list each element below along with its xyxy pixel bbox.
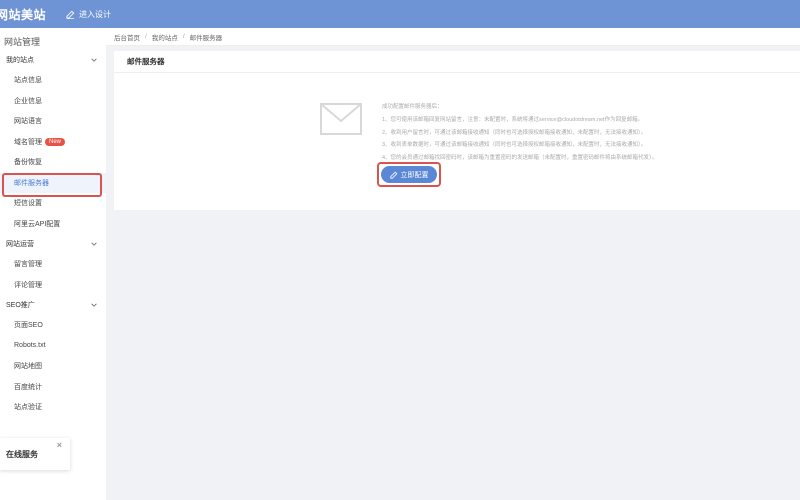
breadcrumb-separator: / [145,33,147,40]
sidebar-item-sitemap[interactable]: 网站地图 [0,356,106,377]
online-service-label: 在线服务 [6,449,38,459]
sidebar-item-label: 企业信息 [14,97,42,105]
sidebar-item-label: 站点信息 [14,77,42,85]
sidebar: 网站管理 我的站点 站点信息 企业信息 网站语言 域名管理 New 备份恢复 邮件… [0,28,106,500]
enter-design-button[interactable]: 进入设计 [66,9,111,20]
sidebar-item-label: 阿里云API配置 [14,220,61,228]
sidebar-item-sms[interactable]: 短信设置 [0,193,106,214]
sidebar-item-label: 评论管理 [14,281,42,289]
group-label: SEO推广 [6,302,35,309]
sidebar-item-site-language[interactable]: 网站语言 [0,111,106,132]
page-title: 邮件服务器 [127,57,165,66]
sidebar-item-label: 备份恢复 [14,159,42,167]
info-line: 2、收到用户留言时，可通过该邮箱接收通知（同时也可选择授权邮箱接收通知，未配置时… [382,129,647,136]
chevron-down-icon [91,303,97,307]
configure-now-label: 立即配置 [400,171,429,179]
info-text: 成功配置邮件服务器后： 1、您可使用该邮箱回复网站留言，注意：未配置时，系统将通… [382,101,657,165]
sidebar-item-mail-server[interactable]: 邮件服务器 [0,172,106,196]
edit-icon [389,171,397,179]
sidebar-item-label: 百度统计 [14,383,42,391]
info-line: 1、您可使用该邮箱回复网站留言，注意：未配置时，系统将通过service@clo… [382,116,644,123]
chevron-down-icon [91,242,97,246]
group-label: 网站运营 [6,241,34,248]
info-line: 成功配置邮件服务器后： [382,104,443,110]
sidebar-item-baidu-stats[interactable]: 百度统计 [0,377,106,398]
sidebar-item-site-verify[interactable]: 站点验证 [0,397,106,418]
sidebar-group-operations[interactable]: 网站运营 [0,234,106,254]
mail-icon [320,103,362,135]
sidebar-item-messages[interactable]: 留言管理 [0,254,106,275]
sidebar-group-my-site[interactable]: 我的站点 [0,50,106,70]
sidebar-item-page-seo[interactable]: 页面SEO [0,315,106,336]
breadcrumb: 后台首页 / 我的站点 / 邮件服务器 [106,28,800,46]
card-header: 邮件服务器 [114,51,800,73]
sidebar-item-comments[interactable]: 评论管理 [0,275,106,296]
sidebar-item-site-info[interactable]: 站点信息 [0,70,106,91]
sidebar-item-label: Robots.txt [14,342,46,350]
breadcrumb-item-my-site[interactable]: 我的站点 [152,32,178,42]
card-body: 成功配置邮件服务器后： 1、您可使用该邮箱回复网站留言，注意：未配置时，系统将通… [114,73,800,210]
sidebar-item-domain[interactable]: 域名管理 New [0,132,106,153]
sidebar-item-label: 留言管理 [14,261,42,269]
info-line: 3、收到表单数据时，可通过该邮箱接收通知（同时也可选择授权邮箱接收通知，未配置时… [382,142,647,149]
top-bar: 网站美站 进入设计 [0,0,800,28]
sidebar-item-backup[interactable]: 备份恢复 [0,152,106,173]
logo[interactable]: 网站美站 [0,6,46,23]
breadcrumb-separator: / [182,33,185,40]
new-badge: New [45,137,66,146]
sidebar-item-label: 网站地图 [14,363,42,371]
sidebar-item-company-info[interactable]: 企业信息 [0,91,106,112]
online-service-widget[interactable]: 在线服务 × [0,438,70,470]
sidebar-item-label: 站点验证 [14,404,42,412]
sidebar-item-label: 短信设置 [14,200,42,208]
chevron-down-icon [91,58,97,62]
sidebar-item-label: 页面SEO [14,322,43,330]
sidebar-item-label: 域名管理 [14,138,42,146]
close-icon[interactable]: × [57,440,62,450]
group-label: 我的站点 [6,57,34,64]
sidebar-item-robots[interactable]: Robots.txt [0,336,106,357]
sidebar-title: 网站管理 [4,37,41,47]
sidebar-group-seo[interactable]: SEO推广 [0,295,106,315]
enter-design-label: 进入设计 [79,9,112,19]
sidebar-item-label: 网站语言 [14,118,42,126]
configure-now-button[interactable]: 立即配置 [381,166,437,183]
sidebar-item-aliyun-api[interactable]: 阿里云API配置 [0,214,106,235]
edit-icon [66,10,75,19]
breadcrumb-item-home[interactable]: 后台首页 [114,32,140,42]
breadcrumb-item-current: 邮件服务器 [189,34,223,42]
sidebar-item-label: 邮件服务器 [14,179,49,187]
